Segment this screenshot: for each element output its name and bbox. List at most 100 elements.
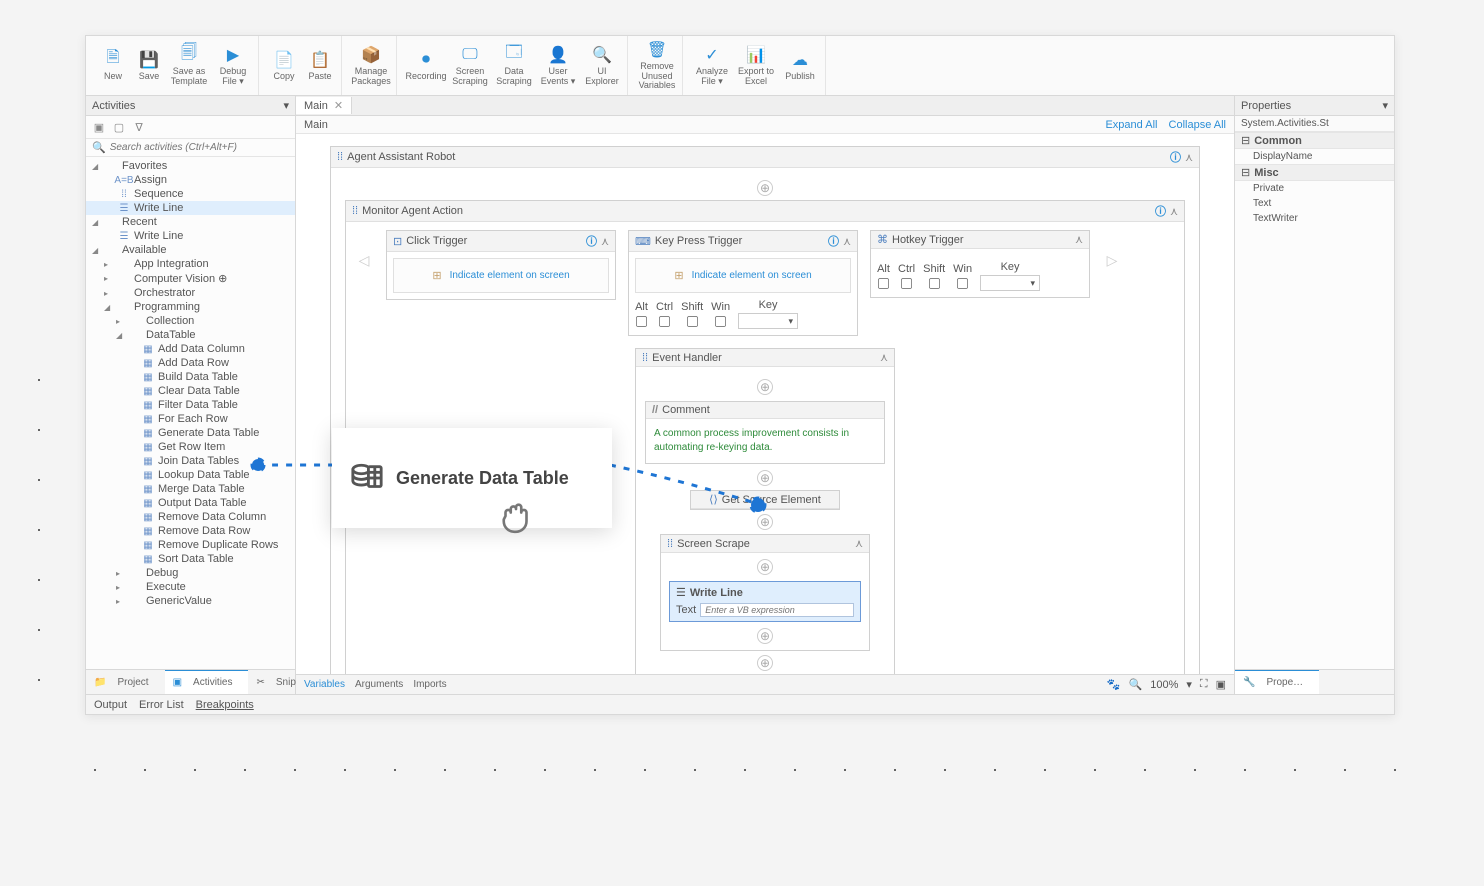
status-output[interactable]: Output: [94, 699, 127, 711]
section-misc[interactable]: ⊟Misc: [1235, 164, 1394, 181]
prev-arrow-icon[interactable]: ◁: [354, 250, 374, 270]
tree-item[interactable]: ◢Available: [86, 243, 295, 257]
collapse-icon[interactable]: ⋏: [1170, 205, 1178, 218]
tree-item[interactable]: ☰Write Line: [86, 229, 295, 243]
publish-button[interactable]: ☁Publish: [779, 40, 821, 92]
collapse-all-link[interactable]: Collapse All: [1169, 119, 1226, 131]
info-icon[interactable]: ⓘ: [586, 233, 597, 249]
shift-checkbox[interactable]: [687, 315, 698, 326]
status-error-list[interactable]: Error List: [139, 699, 184, 711]
screen-scraping-button[interactable]: 🖵Screen Scraping: [449, 40, 491, 92]
tree-item[interactable]: ▸Debug: [86, 566, 295, 580]
tree-item[interactable]: ▦Sort Data Table: [86, 552, 295, 566]
hotkey-trigger[interactable]: ⌘Hotkey Trigger⋏ Alt Ctrl Shift Win: [870, 230, 1090, 298]
prop-displayname[interactable]: DisplayName: [1235, 149, 1394, 164]
info-icon[interactable]: ⓘ: [828, 233, 839, 249]
tree-item[interactable]: ▸Execute: [86, 580, 295, 594]
overview-icon[interactable]: ▣: [1216, 678, 1226, 691]
tree-item[interactable]: ▦Remove Duplicate Rows: [86, 538, 295, 552]
click-trigger[interactable]: ⊡Click Triggerⓘ⋏ ⊞Indicate element on sc…: [386, 230, 616, 300]
fit-to-screen-icon[interactable]: ⛶: [1200, 678, 1208, 691]
expand-all-icon[interactable]: ▣: [92, 120, 106, 134]
activities-search-input[interactable]: [110, 142, 289, 153]
workflow-canvas[interactable]: ⁞⁞Agent Assistant Robotⓘ⋏ ⊕ ⁞⁞Monitor Ag…: [296, 134, 1234, 674]
tree-item[interactable]: ▸Orchestrator: [86, 286, 295, 300]
tree-item[interactable]: ▦Join Data Tables: [86, 454, 295, 468]
manage-packages-button[interactable]: 📦Manage Packages: [350, 40, 392, 92]
expand-all-link[interactable]: Expand All: [1105, 119, 1157, 131]
ctrl-checkbox[interactable]: [659, 315, 670, 326]
alt-checkbox[interactable]: [878, 277, 889, 288]
keypress-indicate-region[interactable]: ⊞Indicate element on screen: [635, 258, 851, 293]
zoom-level[interactable]: 100%: [1150, 679, 1178, 691]
collapse-icon[interactable]: ⋏: [855, 537, 863, 550]
tree-item[interactable]: ▦Lookup Data Table: [86, 468, 295, 482]
click-indicate-region[interactable]: ⊞Indicate element on screen: [393, 258, 609, 293]
panel-dropdown-icon[interactable]: ▾: [283, 99, 289, 112]
tree-item[interactable]: ▸Computer Vision ⊕: [86, 271, 295, 286]
warnings-icon[interactable]: 🐾: [1107, 678, 1121, 691]
collapse-icon[interactable]: ⋏: [601, 235, 609, 248]
tree-item[interactable]: ◢DataTable: [86, 328, 295, 342]
save-button[interactable]: 💾Save: [132, 40, 166, 92]
tab-variables[interactable]: Variables: [304, 679, 345, 690]
status-breakpoints[interactable]: Breakpoints: [196, 699, 254, 711]
event-handler[interactable]: ⁞⁞Event Handler⋏ ⊕ // Comment A common p…: [635, 348, 895, 674]
key-select[interactable]: ▾: [738, 313, 798, 329]
copy-button[interactable]: 📄Copy: [267, 40, 301, 92]
tree-item[interactable]: ☰Write Line: [86, 201, 295, 215]
prop-textwriter[interactable]: TextWriter: [1235, 211, 1394, 226]
tree-item[interactable]: ▦Remove Data Column: [86, 510, 295, 524]
tree-item[interactable]: ▦Merge Data Table: [86, 482, 295, 496]
ui-explorer-button[interactable]: 🔍UI Explorer: [581, 40, 623, 92]
collapse-icon[interactable]: ⋏: [1185, 151, 1193, 164]
add-activity[interactable]: ⊕: [757, 628, 773, 644]
tree-item[interactable]: ▦Generate Data Table: [86, 426, 295, 440]
tree-item[interactable]: ▸GenericValue: [86, 594, 295, 608]
tab-imports[interactable]: Imports: [413, 679, 446, 690]
alt-checkbox[interactable]: [636, 315, 647, 326]
prop-text[interactable]: Text: [1235, 196, 1394, 211]
debug-file-button[interactable]: ▶Debug File ▾: [212, 40, 254, 92]
ctrl-checkbox[interactable]: [901, 277, 912, 288]
paste-button[interactable]: 📋Paste: [303, 40, 337, 92]
get-source-element[interactable]: ⟨⟩Get Source Element: [690, 490, 840, 510]
analyze-file-button[interactable]: ✓Analyze File ▾: [691, 40, 733, 92]
tree-item[interactable]: ◢Favorites: [86, 159, 295, 173]
filter-icon[interactable]: ∇: [132, 120, 146, 134]
agent-assistant-robot[interactable]: ⁞⁞Agent Assistant Robotⓘ⋏ ⊕ ⁞⁞Monitor Ag…: [330, 146, 1200, 674]
key-select[interactable]: ▾: [980, 275, 1040, 291]
info-icon[interactable]: ⓘ: [1155, 203, 1166, 219]
tree-item[interactable]: ▦For Each Row: [86, 412, 295, 426]
win-checkbox[interactable]: [715, 315, 726, 326]
writeline-text-input[interactable]: [700, 603, 854, 617]
close-tab-icon[interactable]: ✕: [334, 99, 343, 112]
tree-item[interactable]: ▦Add Data Column: [86, 342, 295, 356]
key-press-trigger[interactable]: ⌨Key Press Triggerⓘ⋏ ⊞Indicate element o…: [628, 230, 858, 336]
win-checkbox[interactable]: [957, 277, 968, 288]
remove-unused-button[interactable]: 🗑Remove Unused Variables: [636, 40, 678, 92]
new-button[interactable]: 🗎New: [96, 40, 130, 92]
tab-properties[interactable]: 🔧 Prope…: [1235, 670, 1319, 694]
tree-item[interactable]: ▦Remove Data Row: [86, 524, 295, 538]
tab-activities[interactable]: ▣ Activities: [165, 670, 249, 694]
tree-item[interactable]: ▸Collection: [86, 314, 295, 328]
add-activity[interactable]: ⊕: [757, 379, 773, 395]
write-line-activity[interactable]: ☰Write Line Text: [669, 581, 861, 622]
add-activity[interactable]: ⊕: [757, 470, 773, 486]
tree-item[interactable]: ▦Build Data Table: [86, 370, 295, 384]
user-events-button[interactable]: 👤User Events ▾: [537, 40, 579, 92]
save-as-template-button[interactable]: 🗐Save as Template: [168, 40, 210, 92]
add-activity[interactable]: ⊕: [757, 655, 773, 671]
tree-item[interactable]: ◢Recent: [86, 215, 295, 229]
tab-main[interactable]: Main✕: [296, 97, 352, 114]
section-common[interactable]: ⊟Common: [1235, 132, 1394, 149]
tree-item[interactable]: A=BAssign: [86, 173, 295, 187]
tab-arguments[interactable]: Arguments: [355, 679, 403, 690]
search-icon[interactable]: 🔍: [1129, 678, 1143, 691]
recording-button[interactable]: ⏺Recording: [405, 40, 447, 92]
tree-item[interactable]: ▦Add Data Row: [86, 356, 295, 370]
export-excel-button[interactable]: 📊Export to Excel: [735, 40, 777, 92]
shift-checkbox[interactable]: [929, 277, 940, 288]
collapse-icon[interactable]: ⋏: [843, 235, 851, 248]
